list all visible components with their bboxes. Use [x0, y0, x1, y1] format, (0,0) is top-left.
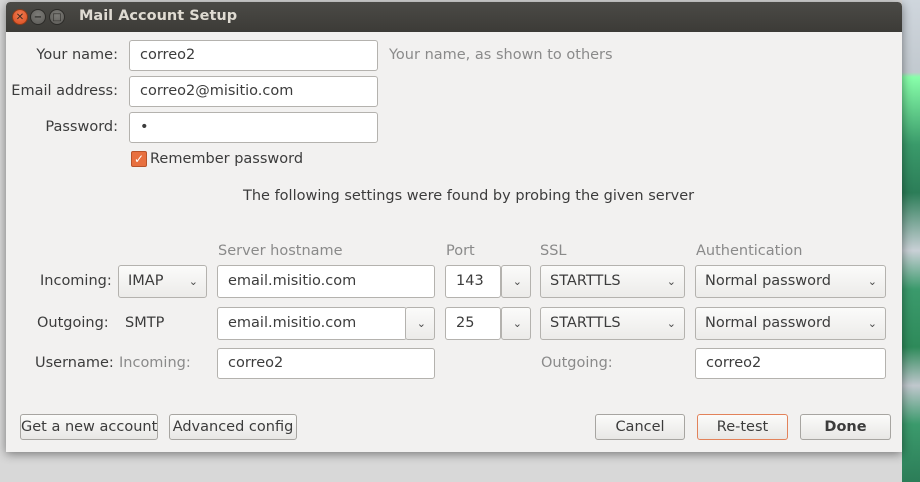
password-input[interactable]: •	[129, 112, 378, 143]
password-label: Password:	[45, 119, 118, 135]
retest-button[interactable]: Re-test	[697, 414, 788, 440]
your-name-label: Your name:	[36, 47, 118, 63]
chevron-down-icon: ⌄	[867, 275, 877, 288]
column-header-authentication: Authentication	[696, 243, 803, 259]
column-header-port: Port	[446, 243, 475, 259]
desktop-background	[902, 0, 920, 482]
minimize-window-button[interactable]: −	[30, 9, 46, 25]
outgoing-port-dropdown-button[interactable]: ⌄	[501, 307, 531, 340]
incoming-port-dropdown-button[interactable]: ⌄	[501, 265, 531, 298]
username-incoming-label: Incoming:	[119, 355, 191, 371]
outgoing-hostname-input[interactable]: email.misitio.com	[217, 307, 407, 340]
incoming-protocol-select[interactable]: IMAP ⌄	[118, 265, 207, 298]
column-header-ssl: SSL	[540, 243, 567, 259]
remember-password-checkbox[interactable]: ✓	[131, 151, 147, 167]
username-label: Username:	[35, 355, 114, 371]
outgoing-authentication-select[interactable]: Normal password ⌄	[695, 307, 886, 340]
outgoing-label: Outgoing:	[37, 315, 109, 331]
incoming-authentication-select[interactable]: Normal password ⌄	[695, 265, 886, 298]
username-outgoing-input[interactable]: correo2	[695, 348, 886, 379]
outgoing-port-input[interactable]: 25	[445, 307, 501, 340]
column-header-hostname: Server hostname	[218, 243, 343, 259]
get-new-account-button[interactable]: Get a new account	[20, 414, 158, 440]
outgoing-protocol-label: SMTP	[125, 315, 165, 331]
incoming-port-input[interactable]: 143	[445, 265, 501, 298]
outgoing-authentication-value: Normal password	[705, 315, 831, 331]
chevron-down-icon: ⌄	[867, 317, 877, 330]
your-name-input[interactable]: correo2	[129, 40, 378, 71]
email-address-label: Email address:	[11, 83, 118, 99]
chevron-down-icon: ⌄	[512, 275, 522, 288]
incoming-authentication-value: Normal password	[705, 273, 831, 289]
chevron-down-icon: ⌄	[666, 317, 676, 330]
chevron-down-icon: ⌄	[416, 317, 426, 330]
remember-password-label: Remember password	[150, 151, 304, 167]
chevron-down-icon: ⌄	[188, 275, 198, 288]
done-button[interactable]: Done	[800, 414, 891, 440]
close-window-button[interactable]: ✕	[12, 9, 28, 25]
outgoing-hostname-dropdown-button[interactable]: ⌄	[405, 307, 435, 340]
probe-status-message: The following settings were found by pro…	[243, 188, 695, 204]
outgoing-ssl-select[interactable]: STARTTLS ⌄	[540, 307, 685, 340]
outgoing-ssl-value: STARTTLS	[550, 315, 621, 331]
your-name-hint: Your name, as shown to others	[389, 47, 613, 63]
title-bar: ✕ − □ Mail Account Setup	[6, 2, 902, 32]
incoming-protocol-value: IMAP	[128, 273, 164, 289]
chevron-down-icon: ⌄	[666, 275, 676, 288]
chevron-down-icon: ⌄	[512, 317, 522, 330]
incoming-ssl-select[interactable]: STARTTLS ⌄	[540, 265, 685, 298]
email-address-input[interactable]: correo2@misitio.com	[129, 76, 378, 107]
window-title: Mail Account Setup	[79, 8, 238, 24]
incoming-label: Incoming:	[40, 273, 112, 289]
username-outgoing-label: Outgoing:	[541, 355, 613, 371]
advanced-config-button[interactable]: Advanced config	[169, 414, 297, 440]
cancel-button[interactable]: Cancel	[595, 414, 685, 440]
username-incoming-input[interactable]: correo2	[217, 348, 435, 379]
incoming-ssl-value: STARTTLS	[550, 273, 621, 289]
incoming-hostname-input[interactable]: email.misitio.com	[217, 265, 435, 298]
mail-account-setup-dialog: ✕ − □ Mail Account Setup Your name: corr…	[6, 2, 902, 452]
maximize-window-button[interactable]: □	[49, 9, 65, 25]
